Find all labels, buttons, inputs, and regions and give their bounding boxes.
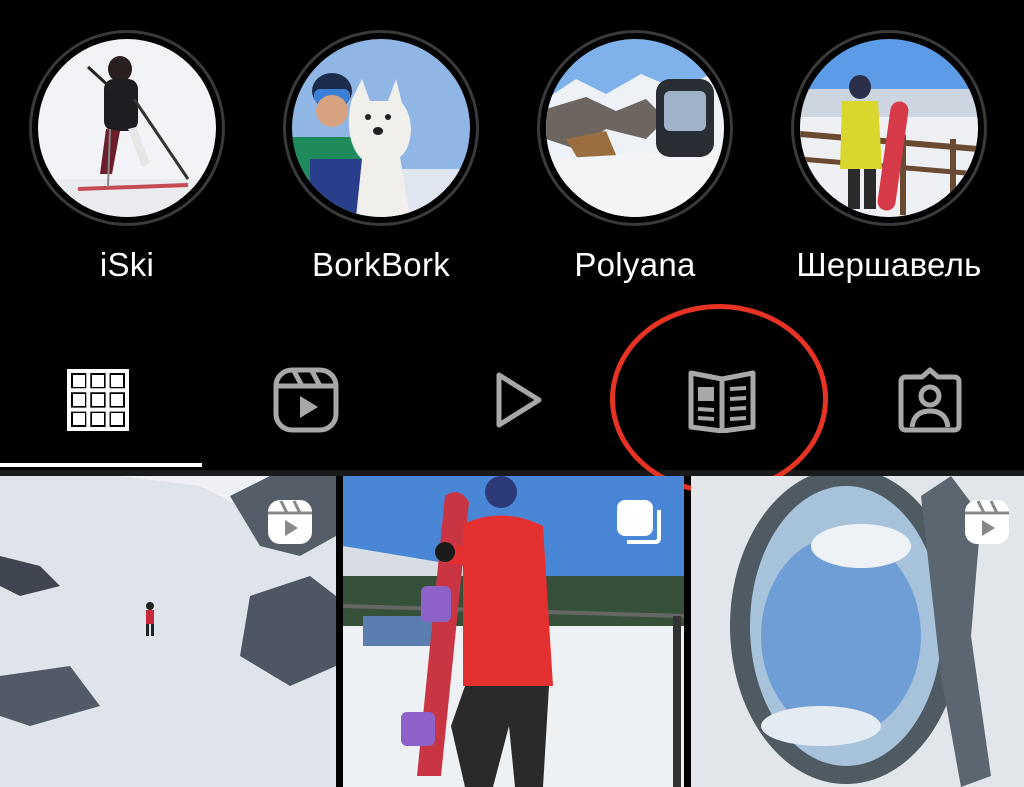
tab-posts[interactable] [58, 360, 138, 440]
grid-post[interactable] [0, 476, 336, 787]
highlight-ring [283, 30, 479, 226]
post-grid [0, 476, 1024, 787]
tab-videos[interactable] [476, 360, 556, 440]
gondola-photo [546, 39, 724, 217]
tab-guides[interactable] [682, 360, 762, 440]
highlight-label: iSki [99, 246, 155, 283]
highlight-label: BorkBork [311, 246, 451, 283]
grid-post[interactable] [343, 476, 684, 787]
tab-reels[interactable] [266, 360, 346, 440]
highlight-label: Polyana [574, 246, 696, 283]
reels-badge-icon [268, 500, 312, 544]
play-icon [496, 372, 542, 428]
highlight-shershavel[interactable]: Шершавель [789, 30, 989, 284]
highlight-label: Шершавель [796, 246, 982, 283]
highlight-borkbork[interactable]: BorkBork [281, 30, 481, 284]
highlight-ring [537, 30, 733, 226]
highlight-polyana[interactable]: Polyana [535, 30, 735, 284]
profile-tabs [0, 338, 1024, 468]
grid-icon [67, 369, 129, 431]
snowboarder-photo [800, 39, 978, 217]
skier-photo [38, 39, 216, 217]
highlight-ring [29, 30, 225, 226]
guide-book-icon [688, 370, 756, 433]
highlight-iski[interactable]: iSki [27, 30, 227, 284]
grid-post[interactable] [691, 476, 1024, 787]
selected-tab-indicator [0, 463, 202, 467]
reels-icon [273, 367, 339, 433]
tab-tagged[interactable] [890, 360, 970, 440]
reels-badge-icon [965, 500, 1009, 544]
highlight-ring [791, 30, 987, 226]
dog-photo [292, 39, 470, 217]
carousel-badge-icon [617, 500, 661, 544]
story-highlights: iSki BorkBork Polyana Шершавель [0, 0, 1024, 330]
tagged-person-icon [898, 367, 962, 433]
